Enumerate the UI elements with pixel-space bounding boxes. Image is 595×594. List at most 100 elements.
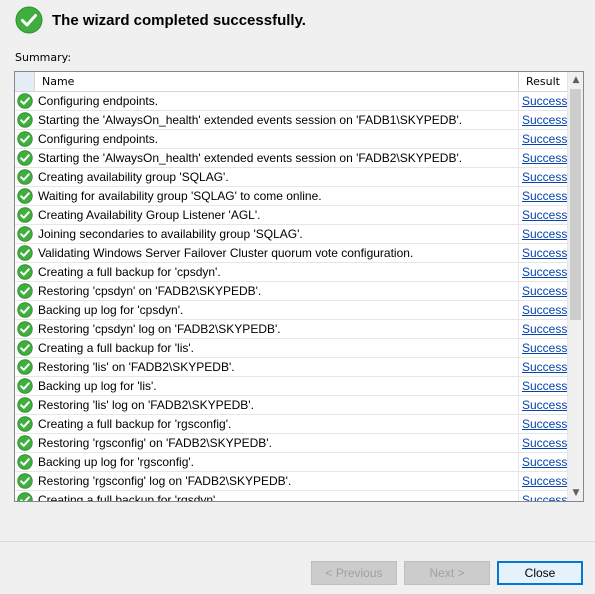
result-link[interactable]: Success [522, 398, 567, 412]
table-row[interactable]: Creating availability group 'SQLAG'. Succ… [15, 168, 568, 187]
table-row[interactable]: Restoring 'lis' log on 'FADB2\SKYPEDB'. S… [15, 396, 568, 415]
row-result: Success [519, 377, 568, 395]
success-check-icon [15, 130, 35, 148]
success-check-icon [15, 6, 43, 34]
table-row[interactable]: Restoring 'lis' on 'FADB2\SKYPEDB'. Succe… [15, 358, 568, 377]
success-check-icon [15, 320, 35, 338]
row-result: Success [519, 225, 568, 243]
row-name: Creating a full backup for 'cpsdyn'. [35, 263, 519, 281]
row-name: Creating a full backup for 'lis'. [35, 339, 519, 357]
success-check-icon [15, 92, 35, 110]
result-link[interactable]: Success [522, 417, 567, 431]
row-name: Restoring 'cpsdyn' on 'FADB2\SKYPEDB'. [35, 282, 519, 300]
row-name: Creating Availability Group Listener 'AG… [35, 206, 519, 224]
row-name: Starting the 'AlwaysOn_health' extended … [35, 149, 519, 167]
table-row[interactable]: Creating Availability Group Listener 'AG… [15, 206, 568, 225]
row-result: Success [519, 472, 568, 490]
result-link[interactable]: Success [522, 246, 567, 260]
result-link[interactable]: Success [522, 113, 567, 127]
result-link[interactable]: Success [522, 493, 567, 501]
result-link[interactable]: Success [522, 455, 567, 469]
table-row[interactable]: Creating a full backup for 'cpsdyn'. Succ… [15, 263, 568, 282]
close-button[interactable]: Close [497, 561, 583, 585]
row-result: Success [519, 282, 568, 300]
result-link[interactable]: Success [522, 284, 567, 298]
result-link[interactable]: Success [522, 379, 567, 393]
result-link[interactable]: Success [522, 132, 567, 146]
row-result: Success [519, 358, 568, 376]
success-check-icon [15, 415, 35, 433]
table-row[interactable]: Restoring 'cpsdyn' log on 'FADB2\SKYPEDB… [15, 320, 568, 339]
row-result: Success [519, 187, 568, 205]
footer-divider [0, 541, 595, 542]
result-link[interactable]: Success [522, 322, 567, 336]
table-row[interactable]: Backing up log for 'lis'. Success [15, 377, 568, 396]
table-row[interactable]: Restoring 'cpsdyn' on 'FADB2\SKYPEDB'. Su… [15, 282, 568, 301]
row-result: Success [519, 339, 568, 357]
row-result: Success [519, 92, 568, 110]
row-name: Starting the 'AlwaysOn_health' extended … [35, 111, 519, 129]
result-link[interactable]: Success [522, 227, 567, 241]
table-row[interactable]: Backing up log for 'rgsconfig'. Success [15, 453, 568, 472]
result-link[interactable]: Success [522, 436, 567, 450]
result-link[interactable]: Success [522, 189, 567, 203]
success-check-icon [15, 491, 35, 501]
row-result: Success [519, 168, 568, 186]
success-check-icon [15, 339, 35, 357]
result-link[interactable]: Success [522, 151, 567, 165]
result-link[interactable]: Success [522, 208, 567, 222]
row-result: Success [519, 244, 568, 262]
result-link[interactable]: Success [522, 94, 567, 108]
summary-grid[interactable]: Name Result Configuring endpoints. Succes… [14, 71, 584, 502]
previous-button[interactable]: < Previous [311, 561, 397, 585]
row-name: Backing up log for 'rgsconfig'. [35, 453, 519, 471]
table-row[interactable]: Creating a full backup for 'lis'. Success [15, 339, 568, 358]
table-row[interactable]: Creating a full backup for 'rgsdyn'. Succ… [15, 491, 568, 501]
row-name: Creating a full backup for 'rgsconfig'. [35, 415, 519, 433]
scroll-thumb[interactable] [570, 89, 581, 320]
success-check-icon [15, 244, 35, 262]
scroll-up-arrow-icon[interactable]: ▲ [568, 72, 583, 88]
row-result: Success [519, 130, 568, 148]
row-result: Success [519, 149, 568, 167]
column-header-result[interactable]: Result [519, 72, 568, 91]
table-row[interactable]: Restoring 'rgsconfig' log on 'FADB2\SKYP… [15, 472, 568, 491]
success-check-icon [15, 377, 35, 395]
table-row[interactable]: Joining secondaries to availability grou… [15, 225, 568, 244]
row-name: Configuring endpoints. [35, 130, 519, 148]
result-link[interactable]: Success [522, 303, 567, 317]
column-header-name[interactable]: Name [35, 72, 519, 91]
table-row[interactable]: Backing up log for 'cpsdyn'. Success [15, 301, 568, 320]
row-result: Success [519, 491, 568, 501]
result-link[interactable]: Success [522, 170, 567, 184]
table-row[interactable]: Starting the 'AlwaysOn_health' extended … [15, 149, 568, 168]
row-name: Restoring 'lis' log on 'FADB2\SKYPEDB'. [35, 396, 519, 414]
row-name: Backing up log for 'cpsdyn'. [35, 301, 519, 319]
row-result: Success [519, 453, 568, 471]
success-check-icon [15, 358, 35, 376]
page-title: The wizard completed successfully. [52, 11, 306, 29]
table-row[interactable]: Validating Windows Server Failover Clust… [15, 244, 568, 263]
success-check-icon [15, 434, 35, 452]
table-row[interactable]: Starting the 'AlwaysOn_health' extended … [15, 111, 568, 130]
result-link[interactable]: Success [522, 265, 567, 279]
table-row[interactable]: Configuring endpoints. Success [15, 130, 568, 149]
table-row[interactable]: Creating a full backup for 'rgsconfig'. S… [15, 415, 568, 434]
table-row[interactable]: Configuring endpoints. Success [15, 92, 568, 111]
summary-label: Summary: [15, 51, 72, 64]
table-row[interactable]: Waiting for availability group 'SQLAG' t… [15, 187, 568, 206]
row-result: Success [519, 320, 568, 338]
row-result: Success [519, 111, 568, 129]
success-check-icon [15, 111, 35, 129]
row-name: Configuring endpoints. [35, 92, 519, 110]
result-link[interactable]: Success [522, 360, 567, 374]
success-check-icon [15, 206, 35, 224]
result-link[interactable]: Success [522, 341, 567, 355]
vertical-scrollbar[interactable]: ▲ ▼ [567, 72, 583, 501]
table-row[interactable]: Restoring 'rgsconfig' on 'FADB2\SKYPEDB'… [15, 434, 568, 453]
result-link[interactable]: Success [522, 474, 567, 488]
success-check-icon [15, 263, 35, 281]
success-check-icon [15, 396, 35, 414]
next-button[interactable]: Next > [404, 561, 490, 585]
scroll-down-arrow-icon[interactable]: ▼ [568, 485, 583, 501]
